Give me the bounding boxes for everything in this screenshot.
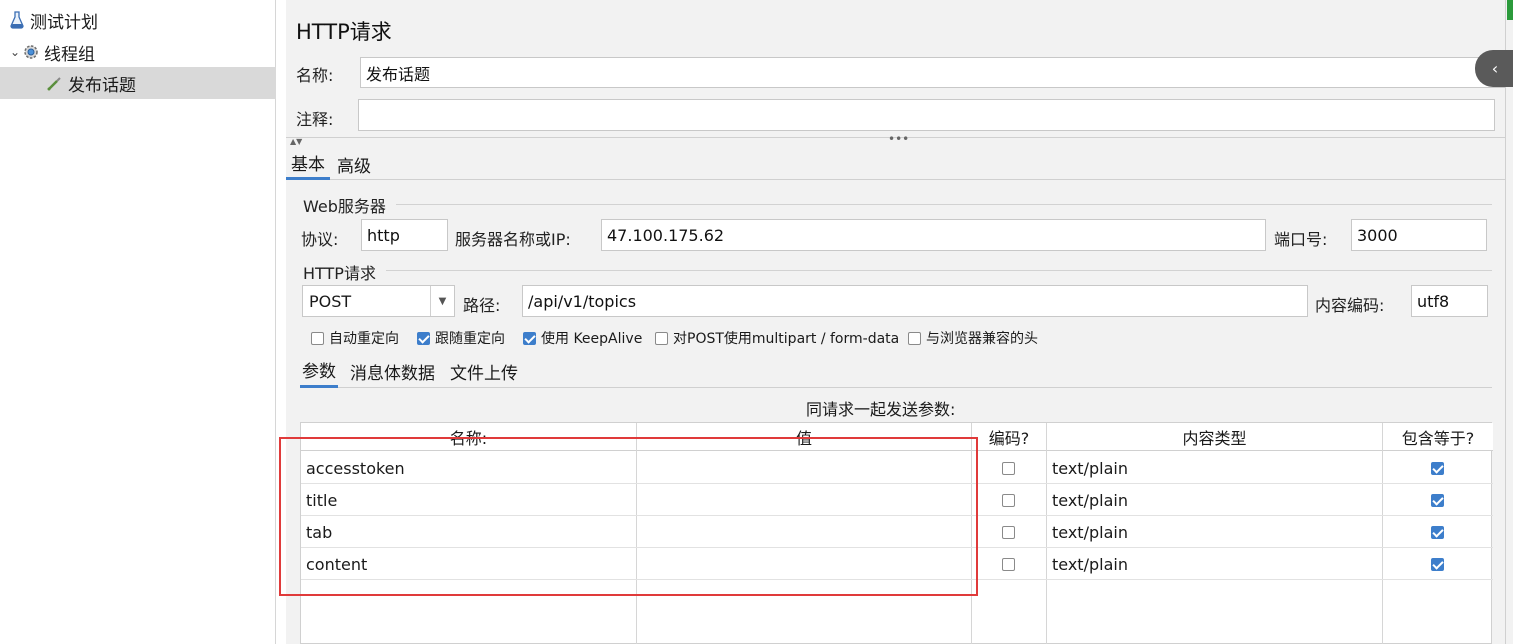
name-field[interactable]: 发布话题 <box>360 57 1506 88</box>
section-divider <box>386 270 1492 271</box>
protocol-field[interactable]: http <box>361 219 448 251</box>
splitter-grip-icon[interactable]: ••• <box>888 132 909 146</box>
tree-item-thread-group[interactable]: ⌄ 线程组 <box>0 36 276 68</box>
path-field[interactable]: /api/v1/topics <box>522 285 1308 317</box>
tree-item-http-sampler[interactable]: 发布话题 <box>0 67 276 99</box>
checkbox[interactable] <box>417 331 430 345</box>
chevron-left-icon: ‹ <box>1491 59 1499 78</box>
jmeter-window: 测试计划 ⌄ 线程组 发布话题 HTTP请求 名称: 发布话题 注释: ▲▼ •… <box>0 0 1513 644</box>
params-caption: 同请求一起发送参数: <box>806 400 956 419</box>
http-request-section-title: HTTP请求 <box>303 264 376 283</box>
option-multipart[interactable]: 对POST使用multipart / form-data <box>655 328 899 348</box>
tab-body-data[interactable]: 消息体数据 <box>348 354 437 388</box>
comment-field[interactable] <box>358 99 1495 131</box>
gear-icon <box>22 43 40 61</box>
checkbox[interactable] <box>523 331 536 345</box>
splitter-arrows-icon[interactable]: ▲▼ <box>290 137 302 146</box>
param-content-type[interactable]: text/plain <box>1052 452 1372 484</box>
server-field[interactable]: 47.100.175.62 <box>601 219 1266 251</box>
tree-item-label: 测试计划 <box>30 12 98 33</box>
body-tabs: 参数 消息体数据 文件上传 <box>300 354 1492 388</box>
web-server-section-title: Web服务器 <box>303 197 386 216</box>
option-label: 与浏览器兼容的头 <box>926 331 1038 347</box>
right-scrollbar[interactable] <box>1505 0 1513 644</box>
option-label: 跟随重定向 <box>435 331 505 347</box>
test-plan-tree: 测试计划 ⌄ 线程组 发布话题 <box>0 0 276 644</box>
tab-parameters[interactable]: 参数 <box>300 354 338 388</box>
method-select[interactable]: POST ▼ <box>302 285 455 317</box>
checkbox[interactable] <box>311 331 324 345</box>
include-equals-checkbox[interactable] <box>1431 484 1444 516</box>
option-follow-redirect[interactable]: 跟随重定向 <box>417 328 505 348</box>
tree-item-test-plan[interactable]: 测试计划 <box>0 4 276 36</box>
option-label: 使用 KeepAlive <box>541 331 643 347</box>
tree-item-label: 发布话题 <box>68 75 136 96</box>
method-value: POST <box>309 291 352 311</box>
include-equals-checkbox[interactable] <box>1431 548 1444 580</box>
chevron-down-icon[interactable]: ⌄ <box>8 45 22 59</box>
scrollbar-thumb[interactable] <box>1507 0 1513 20</box>
checkbox[interactable] <box>908 331 921 345</box>
collapse-panel-button[interactable]: ‹ <box>1475 50 1513 87</box>
option-browser-headers[interactable]: 与浏览器兼容的头 <box>908 328 1038 348</box>
option-auto-redirect[interactable]: 自动重定向 <box>311 328 399 348</box>
dropdown-arrow-icon[interactable]: ▼ <box>430 286 454 316</box>
include-equals-checkbox[interactable] <box>1431 516 1444 548</box>
encoding-label: 内容编码: <box>1315 296 1385 315</box>
param-content-type[interactable]: text/plain <box>1052 516 1372 548</box>
option-keepalive[interactable]: 使用 KeepAlive <box>523 328 642 348</box>
encoding-field[interactable]: utf8 <box>1411 285 1488 317</box>
config-tabs: 基本 高级 <box>286 148 1506 180</box>
comment-label: 注释: <box>296 110 334 129</box>
encode-checkbox[interactable] <box>1002 452 1015 484</box>
param-content-type[interactable]: text/plain <box>1052 548 1372 580</box>
option-label: 对POST使用multipart / form-data <box>673 331 900 347</box>
column-header-content-type[interactable]: 内容类型 <box>1047 423 1382 451</box>
protocol-label: 协议: <box>301 230 339 249</box>
tab-advanced[interactable]: 高级 <box>332 148 376 180</box>
checkbox[interactable] <box>655 331 668 345</box>
section-divider <box>396 204 1492 205</box>
server-label: 服务器名称或IP: <box>455 230 571 249</box>
annotation-highlight-box <box>279 437 978 596</box>
column-header-encode[interactable]: 编码? <box>972 423 1046 451</box>
port-label: 端口号: <box>1274 230 1328 249</box>
option-label: 自动重定向 <box>329 331 399 347</box>
param-content-type[interactable]: text/plain <box>1052 484 1372 516</box>
encode-checkbox[interactable] <box>1002 548 1015 580</box>
port-field[interactable]: 3000 <box>1351 219 1487 251</box>
flask-icon <box>8 11 26 29</box>
encode-checkbox[interactable] <box>1002 484 1015 516</box>
column-header-include-equals[interactable]: 包含等于? <box>1383 423 1493 451</box>
encode-checkbox[interactable] <box>1002 516 1015 548</box>
tab-file-upload[interactable]: 文件上传 <box>448 354 520 388</box>
tab-basic[interactable]: 基本 <box>286 148 330 180</box>
include-equals-checkbox[interactable] <box>1431 452 1444 484</box>
page-title: HTTP请求 <box>296 20 392 44</box>
name-label: 名称: <box>296 66 334 85</box>
path-label: 路径: <box>463 296 501 315</box>
splitter[interactable]: ▲▼ ••• <box>286 132 1506 146</box>
tree-item-label: 线程组 <box>44 44 95 65</box>
pipette-icon <box>46 74 64 92</box>
